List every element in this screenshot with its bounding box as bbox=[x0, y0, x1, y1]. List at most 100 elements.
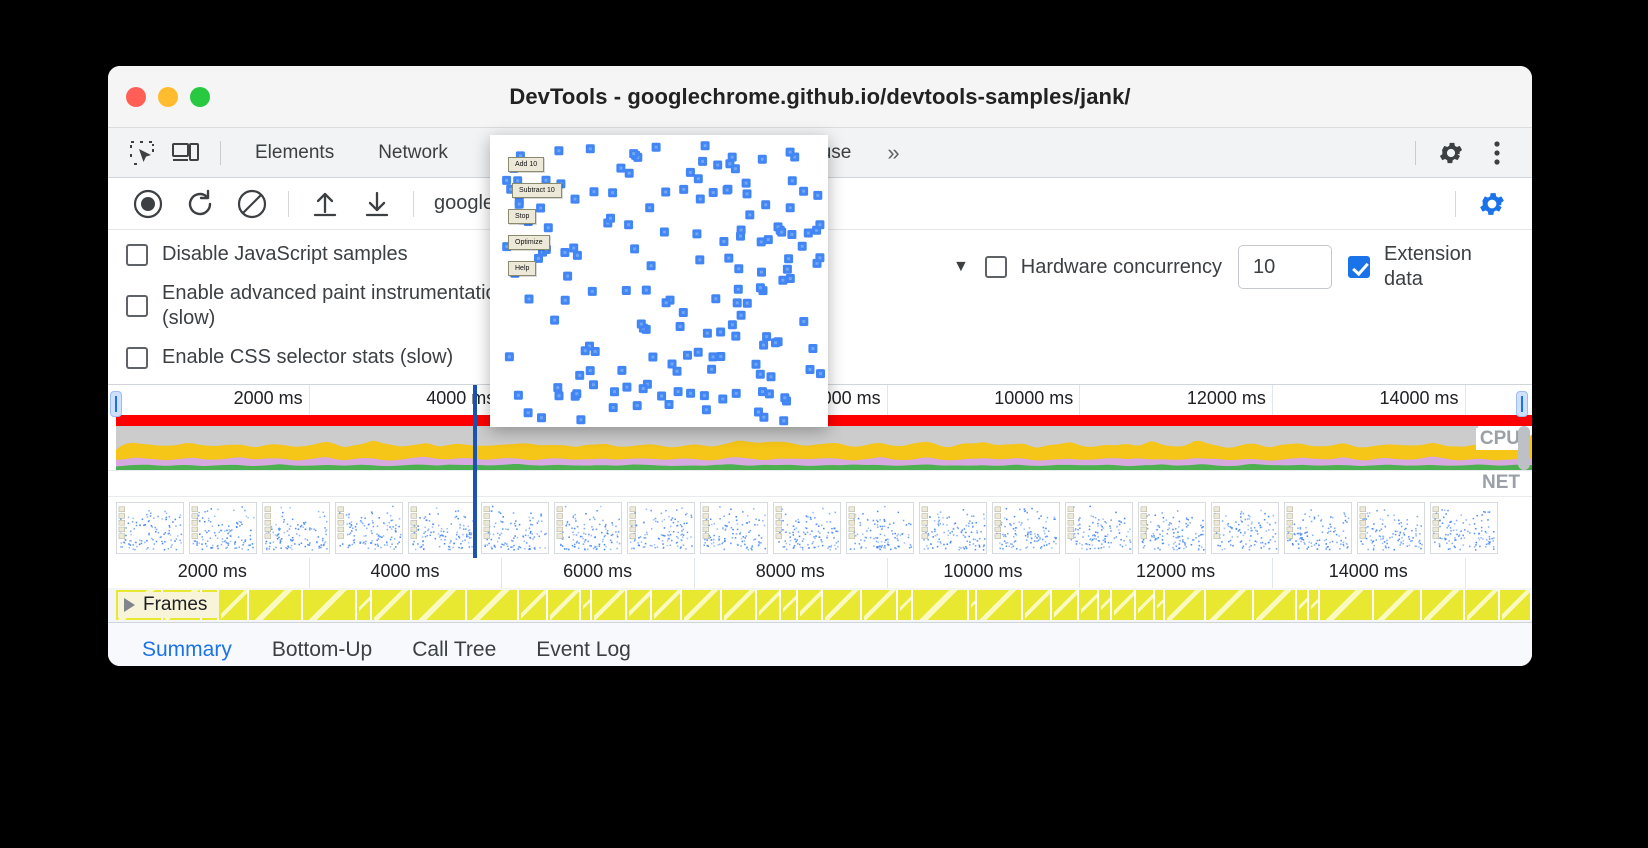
selection-left-handle[interactable] bbox=[110, 391, 122, 417]
filmstrip-frame[interactable] bbox=[1430, 501, 1498, 554]
tab-summary[interactable]: Summary bbox=[122, 624, 252, 667]
frame-block[interactable] bbox=[783, 590, 798, 620]
frame-block[interactable] bbox=[1375, 590, 1423, 620]
frame-block[interactable] bbox=[1321, 590, 1374, 620]
filmstrip-frame[interactable] bbox=[1211, 501, 1279, 554]
frame-block[interactable] bbox=[914, 590, 970, 620]
kebab-menu-icon[interactable] bbox=[1474, 133, 1520, 173]
extension-data-checkbox[interactable] bbox=[1348, 256, 1370, 278]
timeline-playhead[interactable] bbox=[473, 385, 477, 558]
frame-block[interactable] bbox=[1424, 590, 1465, 620]
frame-block[interactable] bbox=[1114, 590, 1136, 620]
frame-block[interactable] bbox=[1053, 590, 1079, 620]
frame-block[interactable] bbox=[1156, 590, 1166, 620]
jank-optimize-button[interactable]: Optimize bbox=[508, 235, 550, 250]
hardware-concurrency-checkbox[interactable] bbox=[984, 256, 1007, 278]
frame-block[interactable] bbox=[359, 590, 373, 620]
frame-block[interactable] bbox=[521, 590, 548, 620]
frame-block[interactable] bbox=[1256, 590, 1298, 620]
frame-block[interactable] bbox=[469, 590, 520, 620]
filmstrip-frame[interactable] bbox=[846, 501, 914, 554]
option-css-selector-stats[interactable]: Enable CSS selector stats (slow) bbox=[126, 345, 522, 370]
filmstrip-frame[interactable] bbox=[773, 501, 841, 554]
filmstrip-frame[interactable] bbox=[1065, 501, 1133, 554]
load-profile-icon[interactable] bbox=[299, 182, 351, 226]
option-disable-js-samples[interactable]: Disable JavaScript samples bbox=[126, 242, 522, 267]
frame-block[interactable] bbox=[220, 590, 249, 620]
frame-block[interactable] bbox=[1025, 590, 1052, 620]
frame-block[interactable] bbox=[250, 590, 303, 620]
frame-block[interactable] bbox=[971, 590, 978, 620]
jank-subtract-button[interactable]: Subtract 10 bbox=[512, 183, 562, 198]
filmstrip-frame[interactable] bbox=[1284, 501, 1352, 554]
capture-settings-gear-icon[interactable] bbox=[1466, 182, 1518, 226]
filmstrip-frame[interactable] bbox=[189, 501, 257, 554]
filmstrip-frame[interactable] bbox=[481, 501, 549, 554]
css-selector-stats-checkbox[interactable] bbox=[126, 346, 148, 369]
tab-call-tree[interactable]: Call Tree bbox=[392, 624, 516, 667]
filmstrip-frame[interactable] bbox=[627, 501, 695, 554]
tab-network[interactable]: Network bbox=[356, 129, 470, 177]
option-extension-data[interactable]: Extension data bbox=[1348, 242, 1514, 292]
disable-js-samples-checkbox[interactable] bbox=[126, 243, 148, 266]
frame-block[interactable] bbox=[1100, 590, 1113, 620]
filmstrip-frame[interactable] bbox=[919, 501, 987, 554]
frame-block[interactable] bbox=[799, 590, 824, 620]
frame-block[interactable] bbox=[628, 590, 652, 620]
tab-elements[interactable]: Elements bbox=[233, 129, 356, 177]
frame-block[interactable] bbox=[593, 590, 627, 620]
frame-block[interactable] bbox=[1502, 590, 1532, 620]
frame-block[interactable] bbox=[899, 590, 913, 620]
tab-event-log[interactable]: Event Log bbox=[516, 624, 651, 667]
selection-right-handle[interactable] bbox=[1516, 391, 1528, 417]
jank-stop-button[interactable]: Stop bbox=[508, 209, 537, 224]
frame-block[interactable] bbox=[1080, 590, 1099, 620]
frame-block[interactable] bbox=[825, 590, 862, 620]
filmstrip-frame[interactable] bbox=[116, 501, 184, 554]
reload-and-record-icon[interactable] bbox=[174, 182, 226, 226]
frame-block[interactable] bbox=[1137, 590, 1155, 620]
frame-block[interactable] bbox=[863, 590, 898, 620]
frames-track[interactable]: Frames bbox=[108, 588, 1532, 622]
jank-help-button[interactable]: Help bbox=[508, 261, 537, 276]
frame-block[interactable] bbox=[1299, 590, 1310, 620]
overview-scrollbar[interactable] bbox=[1518, 426, 1530, 470]
tab-bottom-up[interactable]: Bottom-Up bbox=[252, 624, 392, 667]
frame-block[interactable] bbox=[653, 590, 683, 620]
filmstrip-frame[interactable] bbox=[408, 501, 476, 554]
net-overview-band[interactable]: NET bbox=[108, 470, 1532, 496]
gear-icon[interactable] bbox=[1428, 133, 1474, 173]
frame-block[interactable] bbox=[1208, 590, 1255, 620]
frame-block[interactable] bbox=[979, 590, 1024, 620]
device-toolbar-icon[interactable] bbox=[164, 133, 208, 173]
frame-block[interactable] bbox=[374, 590, 413, 620]
record-button-icon[interactable] bbox=[122, 182, 174, 226]
frame-block[interactable] bbox=[304, 590, 358, 620]
frame-block[interactable] bbox=[1167, 590, 1207, 620]
filmstrip-band[interactable] bbox=[108, 496, 1532, 558]
frame-block[interactable] bbox=[1466, 590, 1501, 620]
cpu-overview-band[interactable]: CPU bbox=[108, 426, 1532, 470]
frame-block[interactable] bbox=[1311, 590, 1320, 620]
hardware-concurrency-input[interactable]: 10 bbox=[1238, 245, 1332, 289]
frame-block[interactable] bbox=[414, 590, 468, 620]
filmstrip-frame[interactable] bbox=[1357, 501, 1425, 554]
option-advanced-paint[interactable]: Enable advanced paint instrumentation (s… bbox=[126, 281, 522, 331]
clear-recording-icon[interactable] bbox=[226, 182, 278, 226]
frames-track-header[interactable]: Frames bbox=[118, 592, 220, 618]
jank-add-button[interactable]: Add 10 bbox=[508, 157, 545, 172]
inspect-element-icon[interactable] bbox=[120, 133, 164, 173]
frame-block[interactable] bbox=[723, 590, 757, 620]
filmstrip-frame[interactable] bbox=[700, 501, 768, 554]
expand-frames-triangle-icon[interactable] bbox=[124, 598, 135, 612]
frame-block[interactable] bbox=[684, 590, 722, 620]
filmstrip-frame[interactable] bbox=[554, 501, 622, 554]
option-hardware-concurrency[interactable]: Hardware concurrency bbox=[984, 255, 1222, 280]
filmstrip-frame[interactable] bbox=[1138, 501, 1206, 554]
filmstrip-frame[interactable] bbox=[992, 501, 1060, 554]
filmstrip-frame[interactable] bbox=[262, 501, 330, 554]
filmstrip-frame[interactable] bbox=[335, 501, 403, 554]
chevron-down-icon[interactable]: ▼ bbox=[953, 258, 969, 276]
more-tabs-icon[interactable]: » bbox=[873, 129, 913, 177]
frame-block[interactable] bbox=[582, 590, 592, 620]
